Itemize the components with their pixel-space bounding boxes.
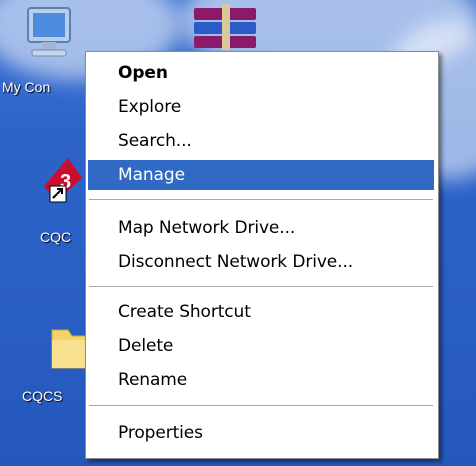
icon-label: CQC [40, 229, 72, 245]
menu-item-disconnect-network-drive[interactable]: Disconnect Network Drive... [88, 247, 434, 277]
menu-separator [89, 405, 433, 406]
menu-item-manage[interactable]: Manage [88, 160, 434, 190]
menu-item-map-network-drive[interactable]: Map Network Drive... [88, 213, 434, 243]
menu-separator [89, 199, 433, 200]
cqc-desktop-icon[interactable]: 3 CQC [0, 150, 84, 260]
cqc-shortcut-icon: 3 [44, 158, 82, 203]
icon-label: CQCS [22, 388, 63, 404]
context-menu: Open Explore Search... Manage Map Networ… [85, 51, 439, 459]
menu-item-explore[interactable]: Explore [88, 92, 434, 122]
menu-separator [89, 286, 433, 287]
menu-item-open[interactable]: Open [88, 58, 434, 88]
winrar-archive-icon[interactable] [192, 2, 262, 52]
menu-item-create-shortcut[interactable]: Create Shortcut [88, 297, 434, 327]
menu-item-properties[interactable]: Properties [88, 418, 434, 448]
my-computer-icon [27, 7, 71, 57]
icon-label: My Con [2, 79, 51, 95]
menu-item-rename[interactable]: Rename [88, 365, 434, 395]
cqcs-desktop-icon[interactable]: CQCS [0, 320, 87, 420]
menu-item-search[interactable]: Search... [88, 126, 434, 156]
menu-item-delete[interactable]: Delete [88, 331, 434, 361]
my-computer-desktop-icon[interactable]: My Con [0, 0, 84, 110]
